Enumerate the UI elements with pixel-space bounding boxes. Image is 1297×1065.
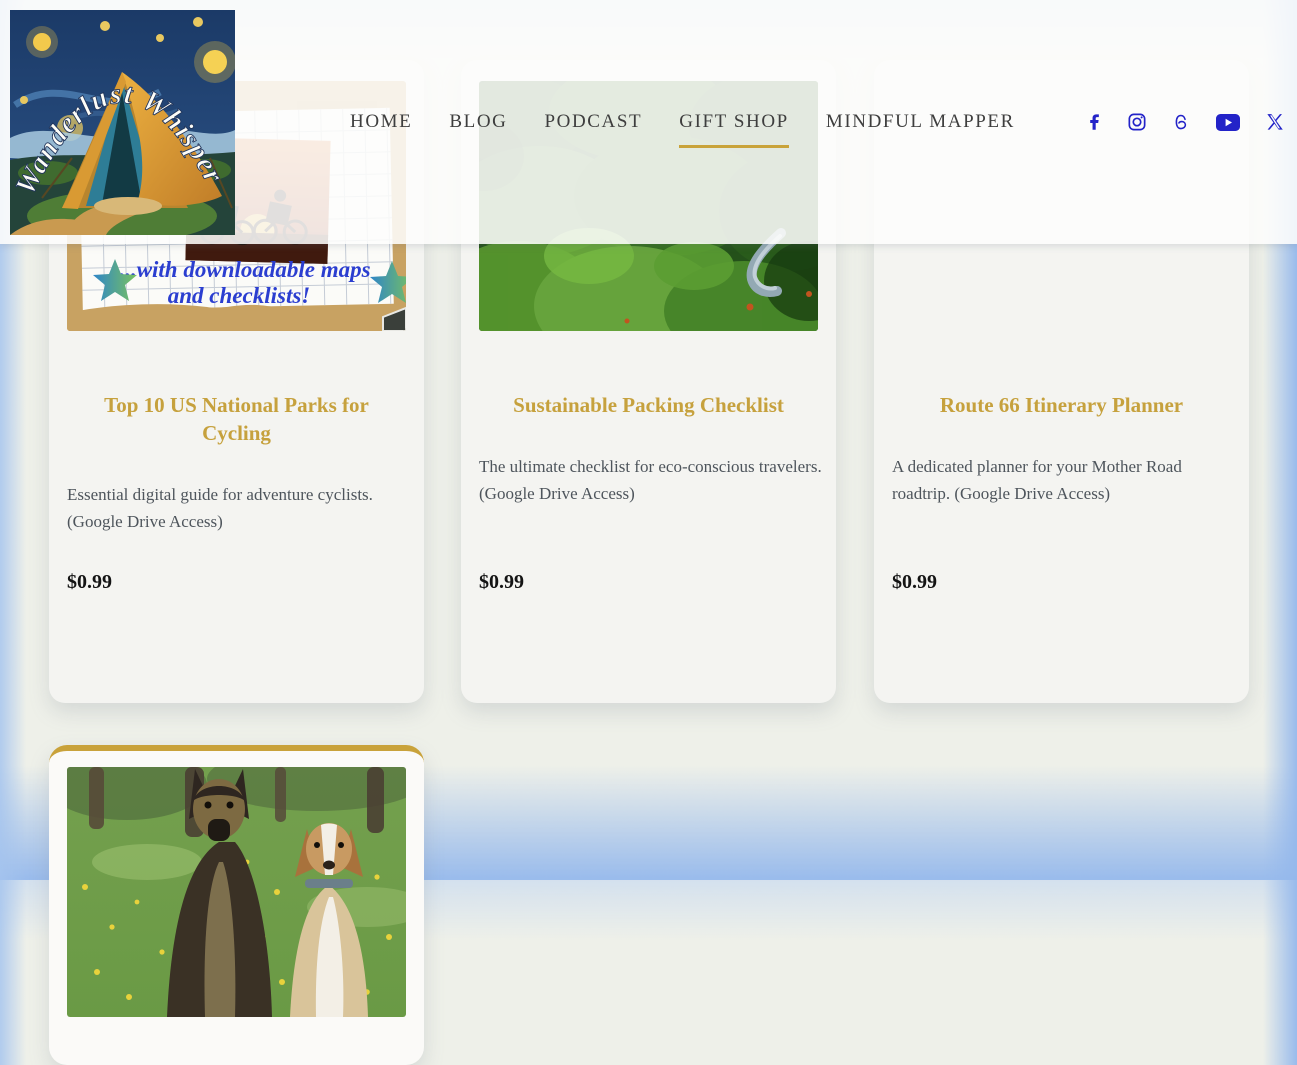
product-description: The ultimate checklist for eco-conscious… <box>461 453 836 507</box>
product-title: Top 10 US National Parks for Cycling <box>49 391 424 447</box>
social-links <box>1084 0 1284 244</box>
product-title: Route 66 Itinerary Planner <box>874 391 1249 419</box>
product-card-featured-dogs[interactable] <box>49 745 424 1065</box>
site-logo[interactable]: Wanderlust Whisperz <box>10 10 235 235</box>
facebook-icon[interactable] <box>1084 113 1102 131</box>
logo-starry-tent-illustration: Wanderlust Whisperz <box>10 10 235 235</box>
product-image-two-dogs-park <box>67 767 406 1017</box>
nav-item-blog[interactable]: BLOG <box>449 111 507 133</box>
instagram-icon[interactable] <box>1128 113 1146 131</box>
nav-item-mindful-mapper[interactable]: MINDFUL MAPPER <box>826 111 1015 133</box>
threads-icon[interactable] <box>1172 113 1190 131</box>
collage-caption-line2: and checklists! <box>168 283 310 308</box>
product-price: $0.99 <box>479 568 524 596</box>
collage-caption-line1: ...with downloadable maps <box>119 257 370 282</box>
product-description: Essential digital guide for adventure cy… <box>49 481 424 535</box>
main-nav: HOME BLOG PODCAST GIFT SHOP MINDFUL MAPP… <box>350 0 1015 244</box>
site-header: Wanderlust Whisperz HOME BLOG PODCAST GI… <box>0 0 1297 244</box>
nav-item-gift-shop[interactable]: GIFT SHOP <box>679 111 789 148</box>
nav-item-home[interactable]: HOME <box>350 111 412 133</box>
product-price: $0.99 <box>892 568 937 596</box>
product-price: $0.99 <box>67 568 112 596</box>
product-title: Sustainable Packing Checklist <box>461 391 836 419</box>
youtube-icon[interactable] <box>1216 114 1240 131</box>
nav-item-podcast[interactable]: PODCAST <box>544 111 642 133</box>
x-twitter-icon[interactable] <box>1266 113 1284 131</box>
product-description: A dedicated planner for your Mother Road… <box>874 453 1249 507</box>
